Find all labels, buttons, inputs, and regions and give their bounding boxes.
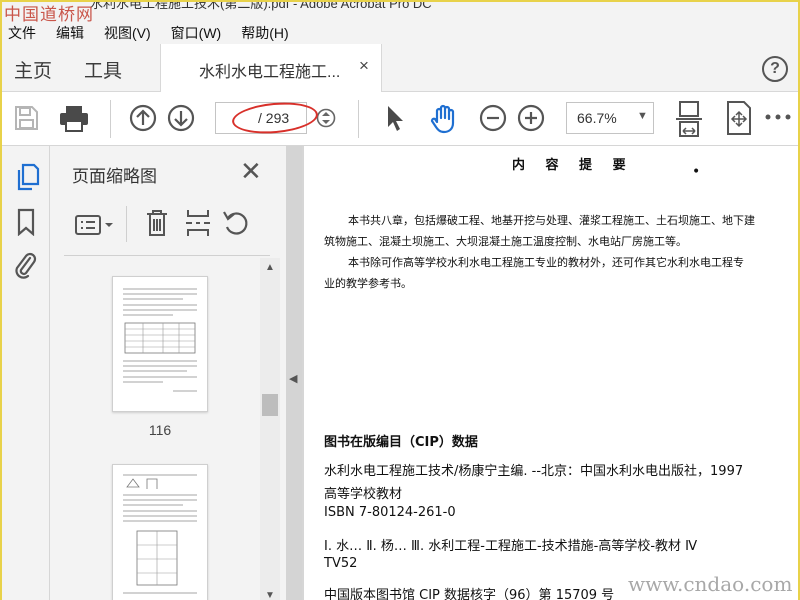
fit-page-icon[interactable] (674, 100, 704, 138)
tab-bar: 主页 工具 水利水电工程施工... × ? (2, 44, 798, 92)
cip-line: Ⅰ. 水… Ⅱ. 杨… Ⅲ. 水利工程-工程施工-技术措施-高等学校-教材 Ⅳ (324, 539, 698, 554)
window-title-bar: 水利水电工程施工技术(第二版).pdf - Adobe Acrobat Pro … (2, 2, 798, 22)
zoom-in-icon[interactable] (516, 103, 546, 133)
cip-line: 水利水电工程施工技术/杨康宁主编. --北京：中国水利水电出版社，1997 (324, 464, 744, 479)
thumbnail-preview (123, 474, 197, 594)
page-thumbnail[interactable] (112, 464, 208, 600)
thumbnails-panel: 页面缩略图 ✕ 116 ▲ ▼ (50, 146, 286, 600)
cip-line: 中国版本图书馆 CIP 数据核字（96）第 15709 号 (324, 588, 615, 600)
watermark-bottom-right: www.cndao.com (628, 572, 793, 596)
page-heading: 内 容 提 要 (512, 158, 634, 173)
document-view[interactable]: 内 容 提 要 • 本书共八章，包括爆破工程、地基开挖与处理、灌浆工程施工、土石… (302, 146, 798, 600)
attachment-icon[interactable] (12, 250, 38, 280)
toolbar-separator (110, 100, 111, 138)
tab-tools[interactable]: 工具 (84, 56, 122, 83)
thumbnail-options-icon[interactable] (74, 212, 116, 238)
navigation-rail (2, 146, 50, 600)
toolbar: / 293 66.7% ▼ (2, 92, 798, 146)
hand-tool-icon[interactable] (428, 103, 460, 135)
tab-document-label: 水利水电工程施工... (199, 64, 341, 81)
close-icon[interactable]: ✕ (240, 156, 262, 187)
panel-collapse-handle[interactable]: ◀ (286, 146, 302, 600)
bookmark-icon[interactable] (15, 208, 37, 236)
summary-paragraph-line: 本书共八章，包括爆破工程、地基开挖与处理、灌浆工程施工、土石坝施工、地下建 (348, 214, 755, 227)
zoom-out-icon[interactable] (478, 103, 508, 133)
tab-document[interactable]: 水利水电工程施工... × (160, 44, 382, 92)
cip-heading: 图书在版编目（CIP）数据 (324, 435, 478, 450)
menu-bar: 文件 编辑 视图(V) 窗口(W) 帮助(H) (2, 22, 798, 44)
menu-help[interactable]: 帮助(H) (241, 23, 288, 43)
extract-pages-icon[interactable] (184, 208, 212, 238)
more-options-icon[interactable] (764, 112, 792, 122)
delete-page-icon[interactable] (144, 208, 170, 238)
scroll-up-icon[interactable]: ▲ (265, 262, 275, 273)
chevron-down-icon: ▼ (637, 110, 648, 122)
thumbnail-page-number: 116 (148, 422, 172, 438)
menu-file[interactable]: 文件 (8, 23, 36, 43)
tab-home[interactable]: 主页 (14, 56, 52, 83)
next-page-icon[interactable] (166, 103, 196, 133)
toolbar-separator (126, 206, 127, 242)
page-stepper-icon[interactable] (316, 106, 336, 130)
summary-paragraph-line: 本书除可作高等学校水利水电工程施工专业的教材外，还可作其它水利水电工程专 (348, 256, 744, 269)
scroll-down-icon[interactable]: ▼ (265, 590, 275, 600)
summary-paragraph-line: 业的教学参考书。 (324, 277, 412, 290)
save-icon[interactable] (12, 103, 40, 133)
thumbnail-toolbar (64, 198, 270, 256)
cip-line: ISBN 7-80124-261-0 (324, 505, 456, 520)
rotate-page-icon[interactable] (222, 208, 250, 238)
menu-edit[interactable]: 编辑 (56, 23, 84, 43)
cip-line: TV52 (324, 556, 358, 571)
page-dot: • (692, 164, 701, 180)
toolbar-separator (358, 100, 359, 138)
panel-title: 页面缩略图 (72, 167, 157, 186)
thumbnail-scrollbar[interactable]: ▲ ▼ (260, 258, 280, 600)
zoom-level-value: 66.7% (577, 110, 617, 126)
thumbnail-preview (123, 288, 197, 392)
menu-view[interactable]: 视图(V) (104, 23, 151, 43)
collapse-left-icon: ◀ (289, 373, 298, 385)
previous-page-icon[interactable] (128, 103, 158, 133)
tab-close-icon[interactable]: × (359, 56, 369, 76)
page-thumbnails-icon[interactable] (14, 162, 40, 192)
select-tool-icon[interactable] (384, 103, 406, 133)
window-title: 水利水电工程施工技术(第二版).pdf - Adobe Acrobat Pro … (90, 2, 432, 11)
menu-window[interactable]: 窗口(W) (171, 23, 222, 43)
zoom-level-select[interactable]: 66.7% ▼ (566, 102, 654, 134)
document-page: 内 容 提 要 • 本书共八章，包括爆破工程、地基开挖与处理、灌浆工程施工、土石… (304, 146, 798, 600)
help-icon[interactable]: ? (762, 56, 788, 82)
print-icon[interactable] (58, 103, 90, 133)
full-screen-icon[interactable] (724, 100, 754, 136)
page-thumbnail[interactable] (112, 276, 208, 412)
summary-paragraph-line: 筑物施工、混凝土坝施工、大坝混凝土施工温度控制、水电站厂房施工等。 (324, 235, 687, 248)
cip-line: 高等学校教材 (324, 487, 403, 502)
scrollbar-thumb[interactable] (262, 394, 278, 416)
watermark-top-left: 中国道桥网 (4, 5, 94, 22)
